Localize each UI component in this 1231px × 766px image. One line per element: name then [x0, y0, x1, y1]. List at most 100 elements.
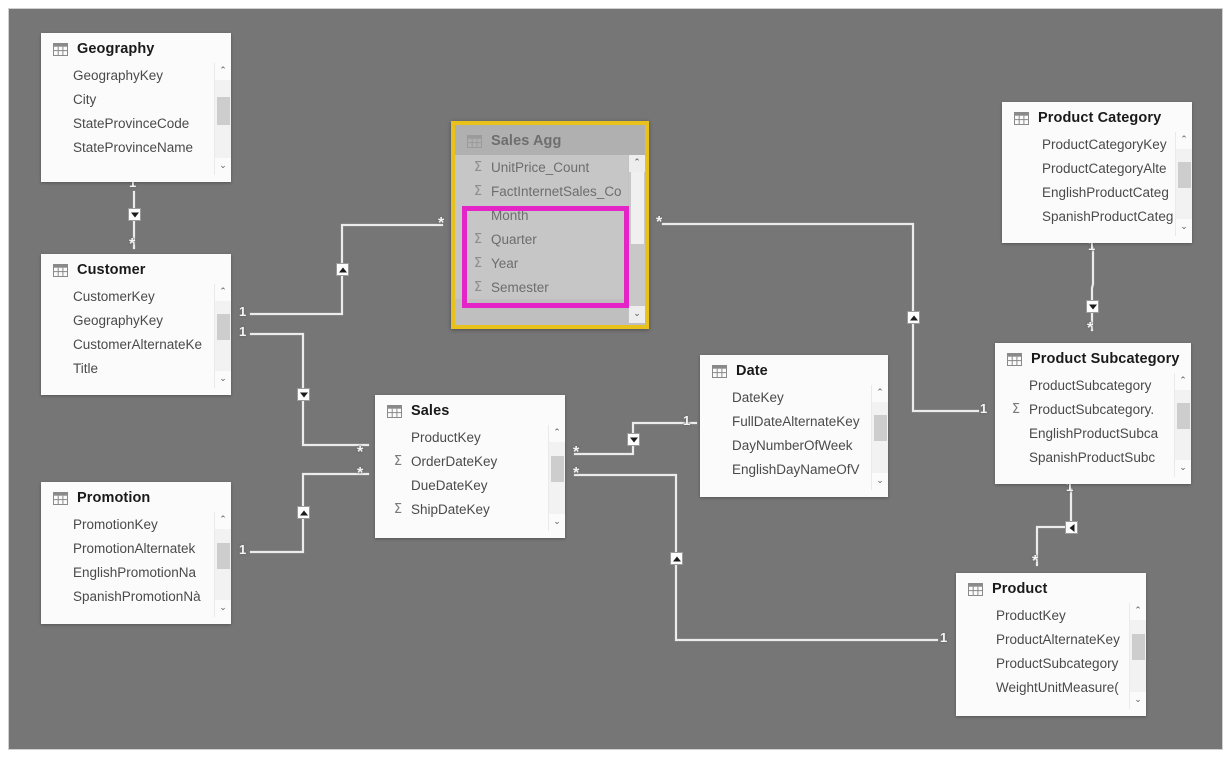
table-header-promotion[interactable]: Promotion	[41, 482, 231, 512]
field-row[interactable]: ProductCategoryKey	[1018, 132, 1192, 156]
filter-direction-sales-product[interactable]	[670, 552, 683, 565]
field-row[interactable]: EnglishDayNameOfV	[708, 457, 888, 481]
field-row[interactable]: GeographyKey	[49, 308, 231, 332]
table-header-product-subcategory[interactable]: Product Subcategory	[995, 343, 1191, 373]
scroll-down-button[interactable]: ⌄	[629, 306, 645, 323]
field-row[interactable]: SpanishProductCateɡ	[1018, 204, 1192, 228]
scroll-down-button[interactable]: ⌄	[215, 600, 231, 617]
field-row[interactable]: DayNumberOfWeek	[708, 433, 888, 457]
scroll-down-button[interactable]: ⌄	[872, 473, 888, 490]
field-row[interactable]: StateProvinceCode	[49, 111, 231, 135]
field-row[interactable]: Σ ShipDateKey	[387, 497, 565, 521]
table-card-date[interactable]: Date DateKey FullDateAlternateKey DayNum…	[700, 355, 888, 497]
field-row[interactable]: WeightUnitMeasure(	[972, 675, 1146, 699]
field-row[interactable]: Σ UnitPrice_Count	[467, 155, 645, 179]
scrollbar-promotion[interactable]: ⌃ ⌄	[214, 512, 231, 617]
scrollbar-sales-agg[interactable]: ⌃ ⌄	[628, 155, 645, 323]
field-row[interactable]: ProductAlternateKey	[972, 627, 1146, 651]
field-row[interactable]: FullDateAlternateKey	[708, 409, 888, 433]
table-card-sales[interactable]: Sales ProductKey Σ OrderDateKey DueDateKe…	[375, 395, 565, 538]
table-card-sales-agg[interactable]: Sales Agg Σ UnitPrice_Count Σ FactInternet…	[451, 121, 649, 329]
table-card-promotion[interactable]: Promotion PromotionKey PromotionAlternat…	[41, 482, 231, 624]
scroll-up-button[interactable]: ⌃	[215, 512, 231, 529]
scrollbar-thumb[interactable]	[874, 415, 887, 441]
scroll-up-button[interactable]: ⌃	[1176, 132, 1192, 149]
scrollbar-thumb[interactable]	[631, 172, 644, 244]
table-header-sales-agg[interactable]: Sales Agg	[455, 125, 645, 155]
scroll-up-button[interactable]: ⌃	[629, 155, 645, 172]
field-row[interactable]: Month	[467, 203, 645, 227]
table-card-geography[interactable]: Geography GeographyKey City StateProvinc…	[41, 33, 231, 182]
field-row[interactable]: PromotionKey	[49, 512, 231, 536]
field-row[interactable]: DueDateKey	[387, 473, 565, 497]
field-row[interactable]: CustomerKey	[49, 284, 231, 308]
field-row[interactable]: EnglishProductSubca	[1005, 421, 1191, 445]
scrollbar-product-subcategory[interactable]: ⌃ ⌄	[1174, 373, 1191, 477]
table-header-date[interactable]: Date	[700, 355, 888, 385]
scrollbar-thumb[interactable]	[551, 456, 564, 482]
scroll-down-button[interactable]: ⌄	[1176, 219, 1192, 236]
field-row[interactable]: ProductSubcategory	[972, 651, 1146, 675]
table-card-product-subcategory[interactable]: Product Subcategory ProductSubcategory Σ…	[995, 343, 1191, 484]
table-card-customer[interactable]: Customer CustomerKey GeographyKey Custom…	[41, 254, 231, 395]
field-row[interactable]: PromotionAlternatek	[49, 536, 231, 560]
scrollbar-thumb[interactable]	[217, 314, 230, 340]
scroll-up-button[interactable]: ⌃	[872, 385, 888, 402]
scroll-up-button[interactable]: ⌃	[549, 425, 565, 442]
field-row[interactable]: EnglishProductCateg	[1018, 180, 1192, 204]
scrollbar-thumb[interactable]	[1132, 634, 1145, 660]
scroll-down-button[interactable]: ⌄	[1130, 692, 1146, 709]
scrollbar-customer[interactable]: ⌃ ⌄	[214, 284, 231, 388]
field-row[interactable]: SpanishProductSubc	[1005, 445, 1191, 469]
table-header-geography[interactable]: Geography	[41, 33, 231, 63]
field-row[interactable]: EnglishPromotionNa	[49, 560, 231, 584]
scroll-down-button[interactable]: ⌄	[215, 158, 231, 175]
scrollbar-product[interactable]: ⌃ ⌄	[1129, 603, 1146, 709]
table-card-product-category[interactable]: Product Category ProductCategoryKey Prod…	[1002, 102, 1192, 243]
field-row[interactable]: Σ ProductSubcategory.	[1005, 397, 1191, 421]
field-row[interactable]: Σ Year	[467, 251, 645, 275]
filter-direction-sales-date[interactable]	[627, 433, 640, 446]
scrollbar-thumb[interactable]	[1177, 403, 1190, 429]
field-row[interactable]: ProductSubcategory	[1005, 373, 1191, 397]
table-header-product[interactable]: Product	[956, 573, 1146, 603]
scroll-up-button[interactable]: ⌃	[1175, 373, 1191, 390]
field-row[interactable]: DateKey	[708, 385, 888, 409]
scrollbar-sales[interactable]: ⌃ ⌄	[548, 425, 565, 531]
field-row[interactable]: ProductCategoryAlte	[1018, 156, 1192, 180]
scrollbar-geography[interactable]: ⌃ ⌄	[214, 63, 231, 175]
scrollbar-date[interactable]: ⌃ ⌄	[871, 385, 888, 490]
field-row[interactable]: Σ Quarter	[467, 227, 645, 251]
scrollbar-product-category[interactable]: ⌃ ⌄	[1175, 132, 1192, 236]
filter-direction-promotion-sales[interactable]	[297, 506, 310, 519]
scroll-up-button[interactable]: ⌃	[1130, 603, 1146, 620]
scroll-down-button[interactable]: ⌄	[215, 371, 231, 388]
field-row[interactable]: Σ Semester	[467, 275, 645, 299]
field-row[interactable]: StateProvinceName	[49, 135, 231, 159]
field-row[interactable]: Σ FactInternetSales_Co	[467, 179, 645, 203]
table-card-product[interactable]: Product ProductKey ProductAlternateKey P…	[956, 573, 1146, 716]
field-row[interactable]: Title	[49, 356, 231, 380]
table-header-customer[interactable]: Customer	[41, 254, 231, 284]
filter-direction-salesagg-productsubcategory[interactable]	[907, 311, 920, 324]
model-diagram-canvas[interactable]: 1 * 1 * 1 * 1 * * 1 * 1 * 1 1 * 1 * Geog…	[0, 0, 1231, 758]
field-row[interactable]: SpanishPromotionNà	[49, 584, 231, 608]
scroll-down-button[interactable]: ⌄	[549, 514, 565, 531]
field-row[interactable]: Σ OrderDateKey	[387, 449, 565, 473]
field-row[interactable]: ProductKey	[387, 425, 565, 449]
scroll-down-button[interactable]: ⌄	[1175, 460, 1191, 477]
scroll-up-button[interactable]: ⌃	[215, 284, 231, 301]
filter-direction-customer-sales[interactable]	[297, 388, 310, 401]
field-row[interactable]: City	[49, 87, 231, 111]
field-row[interactable]: ProductKey	[972, 603, 1146, 627]
table-header-sales[interactable]: Sales	[375, 395, 565, 425]
scrollbar-thumb[interactable]	[1178, 162, 1191, 188]
scrollbar-thumb[interactable]	[217, 543, 230, 569]
field-row[interactable]: GeographyKey	[49, 63, 231, 87]
scroll-up-button[interactable]: ⌃	[215, 63, 231, 80]
filter-direction-geography-customer[interactable]	[128, 208, 141, 221]
filter-direction-productsubcategory-product[interactable]	[1065, 521, 1078, 534]
scrollbar-thumb[interactable]	[217, 97, 230, 125]
field-row[interactable]: CustomerAlternateKe	[49, 332, 231, 356]
filter-direction-productcategory-subcategory[interactable]	[1086, 300, 1099, 313]
